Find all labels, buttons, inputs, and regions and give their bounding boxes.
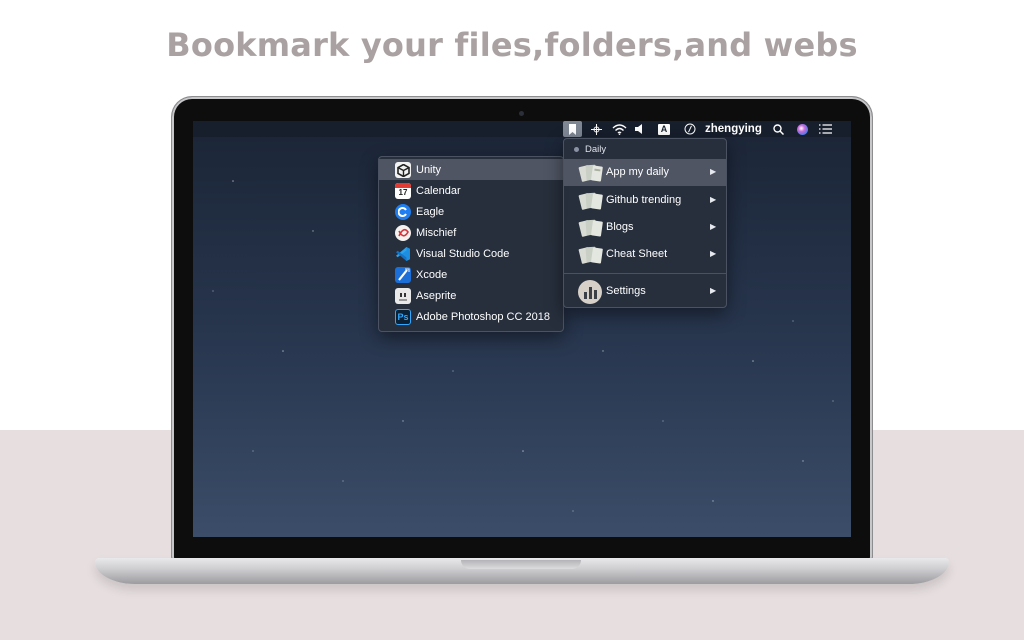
menu-item-mischief[interactable]: Mischief bbox=[379, 222, 563, 243]
desktop-screen: A zhengying Unity 17 Calendar Eagle Misc… bbox=[193, 121, 851, 537]
section-dot-icon bbox=[574, 147, 579, 152]
menu-item-label: Adobe Photoshop CC 2018 bbox=[416, 310, 550, 323]
input-source-label: A bbox=[658, 123, 670, 135]
photoshop-badge: Ps bbox=[397, 312, 409, 322]
submenu-arrow-icon: ▶ bbox=[710, 195, 717, 204]
menu-item-aseprite[interactable]: Aseprite bbox=[379, 285, 563, 306]
submenu-arrow-icon: ▶ bbox=[710, 286, 717, 295]
bookmark-item-settings[interactable]: Settings ▶ bbox=[564, 277, 726, 306]
menu-separator bbox=[564, 273, 726, 274]
section-header-daily: Daily bbox=[585, 144, 607, 155]
menu-item-photoshop[interactable]: Ps Adobe Photoshop CC 2018 bbox=[379, 306, 563, 327]
volume-icon[interactable] bbox=[633, 121, 645, 137]
menu-item-xcode[interactable]: Xcode bbox=[379, 264, 563, 285]
bookmark-stack-icon bbox=[578, 190, 604, 212]
xcode-icon bbox=[395, 267, 411, 283]
notification-list-icon[interactable] bbox=[817, 121, 833, 137]
menu-item-label: Aseprite bbox=[416, 289, 457, 302]
search-icon[interactable] bbox=[771, 121, 785, 137]
submenu-arrow-icon: ▶ bbox=[710, 167, 717, 176]
submenu-arrow-icon: ▶ bbox=[710, 222, 717, 231]
aseprite-icon bbox=[395, 288, 411, 304]
scripts-icon[interactable] bbox=[683, 121, 697, 137]
siri-icon[interactable] bbox=[795, 121, 809, 137]
menu-item-calendar[interactable]: 17 Calendar bbox=[379, 180, 563, 201]
menu-item-label: Unity bbox=[416, 163, 442, 176]
bookmark-stack-icon bbox=[578, 217, 604, 239]
settings-icon bbox=[578, 280, 602, 304]
bookmark-stack-icon bbox=[578, 244, 604, 266]
wifi-icon[interactable] bbox=[611, 121, 628, 137]
menu-item-label: Eagle bbox=[416, 205, 445, 218]
menu-item-eagle[interactable]: Eagle bbox=[379, 201, 563, 222]
crosshair-icon[interactable] bbox=[589, 121, 603, 137]
mischief-icon bbox=[395, 225, 411, 241]
menu-item-unity[interactable]: Unity bbox=[379, 159, 563, 180]
menu-bar: A zhengying bbox=[193, 121, 851, 137]
app-submenu: Unity 17 Calendar Eagle Mischief Visual … bbox=[378, 156, 564, 332]
camera-icon bbox=[519, 111, 524, 116]
menu-item-label: Mischief bbox=[416, 226, 457, 239]
bookmark-item-blogs[interactable]: Blogs ▶ bbox=[564, 214, 726, 241]
bookmark-item-cheat-sheet[interactable]: Cheat Sheet ▶ bbox=[564, 241, 726, 268]
photoshop-icon: Ps bbox=[395, 309, 411, 325]
laptop-notch bbox=[461, 560, 581, 569]
vscode-icon bbox=[395, 246, 411, 262]
input-source-icon[interactable]: A bbox=[657, 121, 671, 137]
menu-item-label: Calendar bbox=[416, 184, 461, 197]
bookmark-menu: Daily App my daily ▶ Github trending ▶ B… bbox=[563, 138, 727, 308]
menu-item-label: Visual Studio Code bbox=[416, 247, 510, 260]
bookmark-icon[interactable] bbox=[563, 121, 582, 137]
calendar-day: 17 bbox=[398, 188, 408, 197]
menubar-username[interactable]: zhengying bbox=[705, 121, 762, 137]
bookmark-item-label: Settings bbox=[606, 285, 646, 297]
bookmark-stack-icon bbox=[578, 162, 604, 184]
bookmark-item-label: Github trending bbox=[606, 194, 682, 206]
bookmark-item-app-my-daily[interactable]: App my daily ▶ bbox=[564, 159, 726, 186]
bookmark-item-github-trending[interactable]: Github trending ▶ bbox=[564, 187, 726, 214]
eagle-icon bbox=[395, 204, 411, 220]
bookmark-item-label: Blogs bbox=[606, 221, 634, 233]
unity-icon bbox=[395, 162, 411, 178]
calendar-icon: 17 bbox=[395, 183, 411, 199]
submenu-arrow-icon: ▶ bbox=[710, 249, 717, 258]
menu-item-label: Xcode bbox=[416, 268, 448, 281]
bookmark-item-label: App my daily bbox=[606, 166, 669, 178]
menu-item-vscode[interactable]: Visual Studio Code bbox=[379, 243, 563, 264]
bookmark-item-label: Cheat Sheet bbox=[606, 248, 668, 260]
page-headline: Bookmark your files,folders,and webs bbox=[166, 26, 858, 64]
